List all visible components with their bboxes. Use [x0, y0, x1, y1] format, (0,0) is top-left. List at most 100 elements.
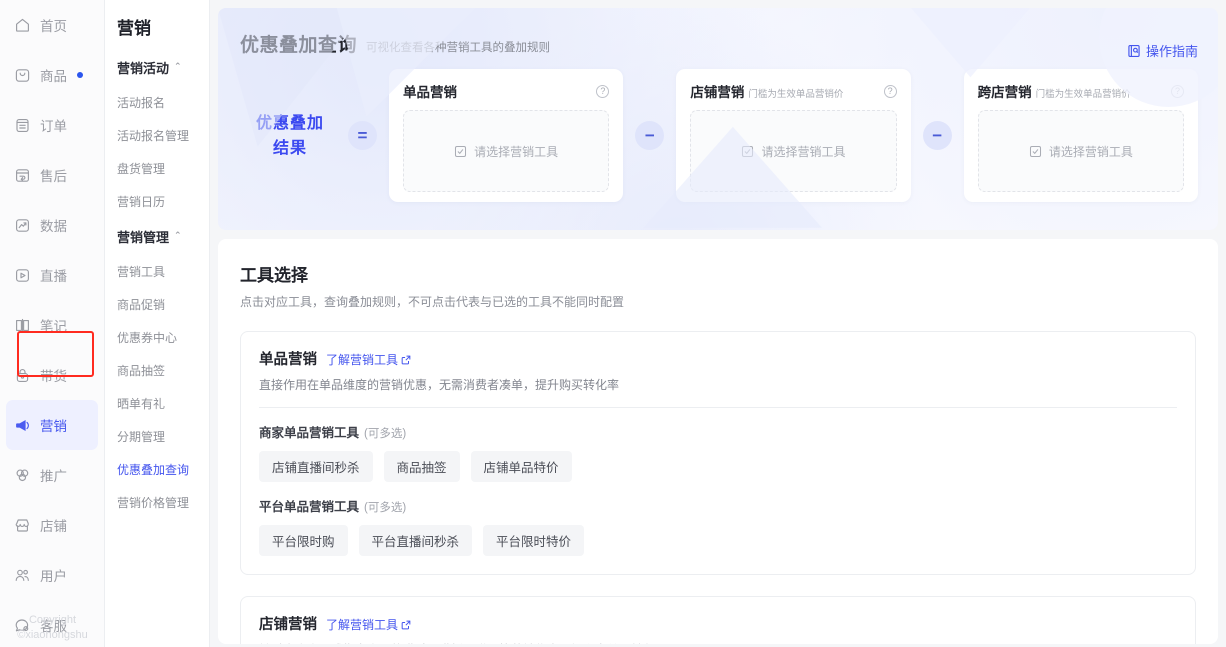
app-root: 首页商品订单售后数据直播笔记带货营销推广店铺用户客服资金服务 Copyright… [0, 0, 1226, 647]
sidebar-item-7[interactable]: 带货 [0, 350, 104, 400]
tool-chip[interactable]: 店铺单品特价 [471, 451, 572, 482]
sidebar-item-6[interactable]: 笔记 [0, 300, 104, 350]
sidebar-item-label: 首页 [40, 15, 67, 35]
external-link-icon [401, 620, 411, 630]
sidebar-item-2[interactable]: 订单 [0, 100, 104, 150]
note-icon [14, 317, 31, 334]
subnav-group-1[interactable]: 营销管理 ⌃ [105, 218, 209, 255]
chevron-up-icon: ⌃ [174, 61, 182, 72]
subnav-link-0-1[interactable]: 活动报名管理 [105, 119, 209, 152]
marketing-card-title: 跨店营销 [978, 81, 1032, 101]
result-label-line-2: 结果 [244, 136, 336, 161]
operation-guide-link[interactable]: 操作指南 [1127, 41, 1198, 60]
question-circle-icon[interactable]: ? [884, 85, 897, 98]
promote-icon [14, 467, 31, 484]
sidebar-item-label: 数据 [40, 215, 67, 235]
shop-icon [14, 517, 31, 534]
live-icon [14, 267, 31, 284]
tool-chip-list: 平台限时购平台直播间秒杀平台限时特价 [259, 525, 1177, 556]
chevron-up-icon: ⌃ [174, 230, 182, 241]
tool-chip[interactable]: 平台直播间秒杀 [359, 525, 473, 556]
subnav-link-0-3[interactable]: 营销日历 [105, 185, 209, 218]
marketing-card-2: 跨店营销门槛为生效单品营销价? 请选择营销工具 [964, 69, 1198, 202]
aftersale-icon [14, 167, 31, 184]
marketing-card-header: 跨店营销门槛为生效单品营销价? [978, 81, 1184, 101]
subnav-link-1-0[interactable]: 营销工具 [105, 255, 209, 288]
tool-chip[interactable]: 商品抽签 [384, 451, 460, 482]
order-icon [14, 117, 31, 134]
sidebar-item-label: 用户 [40, 565, 67, 585]
marketing-card-header: 店铺营销门槛为生效单品营销价? [690, 81, 896, 101]
sidebar-item-label: 营销 [40, 415, 67, 435]
sidebar-item-0[interactable]: 首页 [0, 0, 104, 50]
tool-group-header: 单品营销了解营销工具 [259, 348, 1177, 369]
marketing-card-title: 店铺营销 [690, 81, 744, 101]
learn-marketing-tool-link-1[interactable]: 了解营销工具 [326, 616, 411, 633]
sidebar-item-1[interactable]: 商品 [0, 50, 104, 100]
subnav-group-0[interactable]: 营销活动⌃ [105, 49, 209, 86]
operator-1: − [635, 121, 664, 150]
subnav-link-1-4[interactable]: 晒单有礼 [105, 387, 209, 420]
sidebar-item-label: 店铺 [40, 515, 67, 535]
subnav-group-label: 营销管理 [117, 227, 169, 246]
subnav-link-1-5[interactable]: 分期管理 [105, 420, 209, 453]
sidebar-item-5[interactable]: 直播 [0, 250, 104, 300]
result-label-line-1: 优惠叠加 [244, 111, 336, 136]
tool-subgroup-header: 平台单品营销工具(可多选) [259, 496, 1177, 515]
users-icon [14, 567, 31, 584]
sidebar-item-3[interactable]: 售后 [0, 150, 104, 200]
guide-book-icon [1127, 44, 1141, 58]
tool-group-title: 店铺营销 [259, 613, 317, 634]
sidebar-item-11[interactable]: 用户 [0, 550, 104, 600]
sidebar-item-label: 推广 [40, 465, 67, 485]
divider [259, 407, 1177, 408]
subnav-link-1-7[interactable]: 营销价格管理 [105, 486, 209, 519]
home-icon [14, 17, 31, 34]
learn-marketing-tool-link-0[interactable]: 了解营销工具 [326, 351, 411, 368]
selling-icon [14, 367, 31, 384]
copyright-line-1: Copyright [0, 613, 105, 628]
tool-chip[interactable]: 店铺直播间秒杀 [259, 451, 373, 482]
select-marketing-tool-dropzone-0[interactable]: 请选择营销工具 [403, 110, 609, 192]
page-subtitle: 可视化查看各种营销工具的叠加规则 [366, 39, 550, 55]
subnav-link-0-0[interactable]: 活动报名 [105, 86, 209, 119]
question-circle-icon[interactable]: ? [1171, 85, 1184, 98]
external-link-icon [401, 355, 411, 365]
tool-subgroup-0-0: 商家单品营销工具(可多选) 店铺直播间秒杀商品抽签店铺单品特价 [259, 422, 1177, 482]
main-content: 优惠叠加查询 可视化查看各种营销工具的叠加规则 操作指南 优惠叠加 [210, 0, 1226, 647]
checkbox-icon [741, 145, 754, 158]
subnav-link-1-6[interactable]: 优惠叠加查询 [105, 453, 209, 486]
subnav-link-1-3[interactable]: 商品抽签 [105, 354, 209, 387]
question-circle-icon[interactable]: ? [596, 85, 609, 98]
sidebar-item-label: 笔记 [40, 315, 67, 335]
sidebar-item-4[interactable]: 数据 [0, 200, 104, 250]
tool-group-card-1: 店铺营销了解营销工具针对全店商品或指定商品的满减、满折、赠品等营销优惠，提升客单… [240, 596, 1196, 644]
subnav-link-1-2[interactable]: 优惠券中心 [105, 321, 209, 354]
subnav-link-0-2[interactable]: 盘货管理 [105, 152, 209, 185]
tool-group-description: 直接作用在单品维度的营销优惠，无需消费者凑单，提升购买转化率 [259, 376, 1177, 393]
operator-0: = [348, 121, 377, 150]
tool-chip-list: 店铺直播间秒杀商品抽签店铺单品特价 [259, 451, 1177, 482]
primary-sidebar: 首页商品订单售后数据直播笔记带货营销推广店铺用户客服资金服务 Copyright… [0, 0, 105, 647]
marketing-card-hint: 门槛为生效单品营销价 [1036, 86, 1131, 100]
copyright: Copyright ©xiaohongshu [0, 613, 105, 643]
tool-subgroup-0-1: 平台单品营销工具(可多选) 平台限时购平台直播间秒杀平台限时特价 [259, 496, 1177, 556]
tool-selection-panel: 工具选择 点击对应工具，查询叠加规则，不可点击代表与已选的工具不能同时配置 单品… [218, 239, 1218, 644]
select-marketing-tool-dropzone-2[interactable]: 请选择营销工具 [978, 110, 1184, 192]
sidebar-item-label: 售后 [40, 165, 67, 185]
sidebar-item-9[interactable]: 推广 [0, 450, 104, 500]
tool-chip[interactable]: 平台限时购 [259, 525, 348, 556]
tool-subgroup-label: 平台单品营销工具 [259, 496, 359, 515]
subnav-link-1-1[interactable]: 商品促销 [105, 288, 209, 321]
data-icon [14, 217, 31, 234]
sidebar-item-8[interactable]: 营销 [6, 400, 98, 450]
secondary-sidebar: 营销 营销活动⌃活动报名活动报名管理盘货管理营销日历营销管理⌃营销工具商品促销优… [105, 0, 210, 647]
tool-subgroup-header: 商家单品营销工具(可多选) [259, 422, 1177, 441]
tool-subgroup-label: 商家单品营销工具 [259, 422, 359, 441]
learn-marketing-tool-label: 了解营销工具 [326, 616, 398, 633]
select-marketing-tool-dropzone-1[interactable]: 请选择营销工具 [690, 110, 896, 192]
tool-chip[interactable]: 平台限时特价 [483, 525, 584, 556]
sidebar-item-10[interactable]: 店铺 [0, 500, 104, 550]
notification-dot-icon [77, 72, 83, 78]
operator-2: − [923, 121, 952, 150]
